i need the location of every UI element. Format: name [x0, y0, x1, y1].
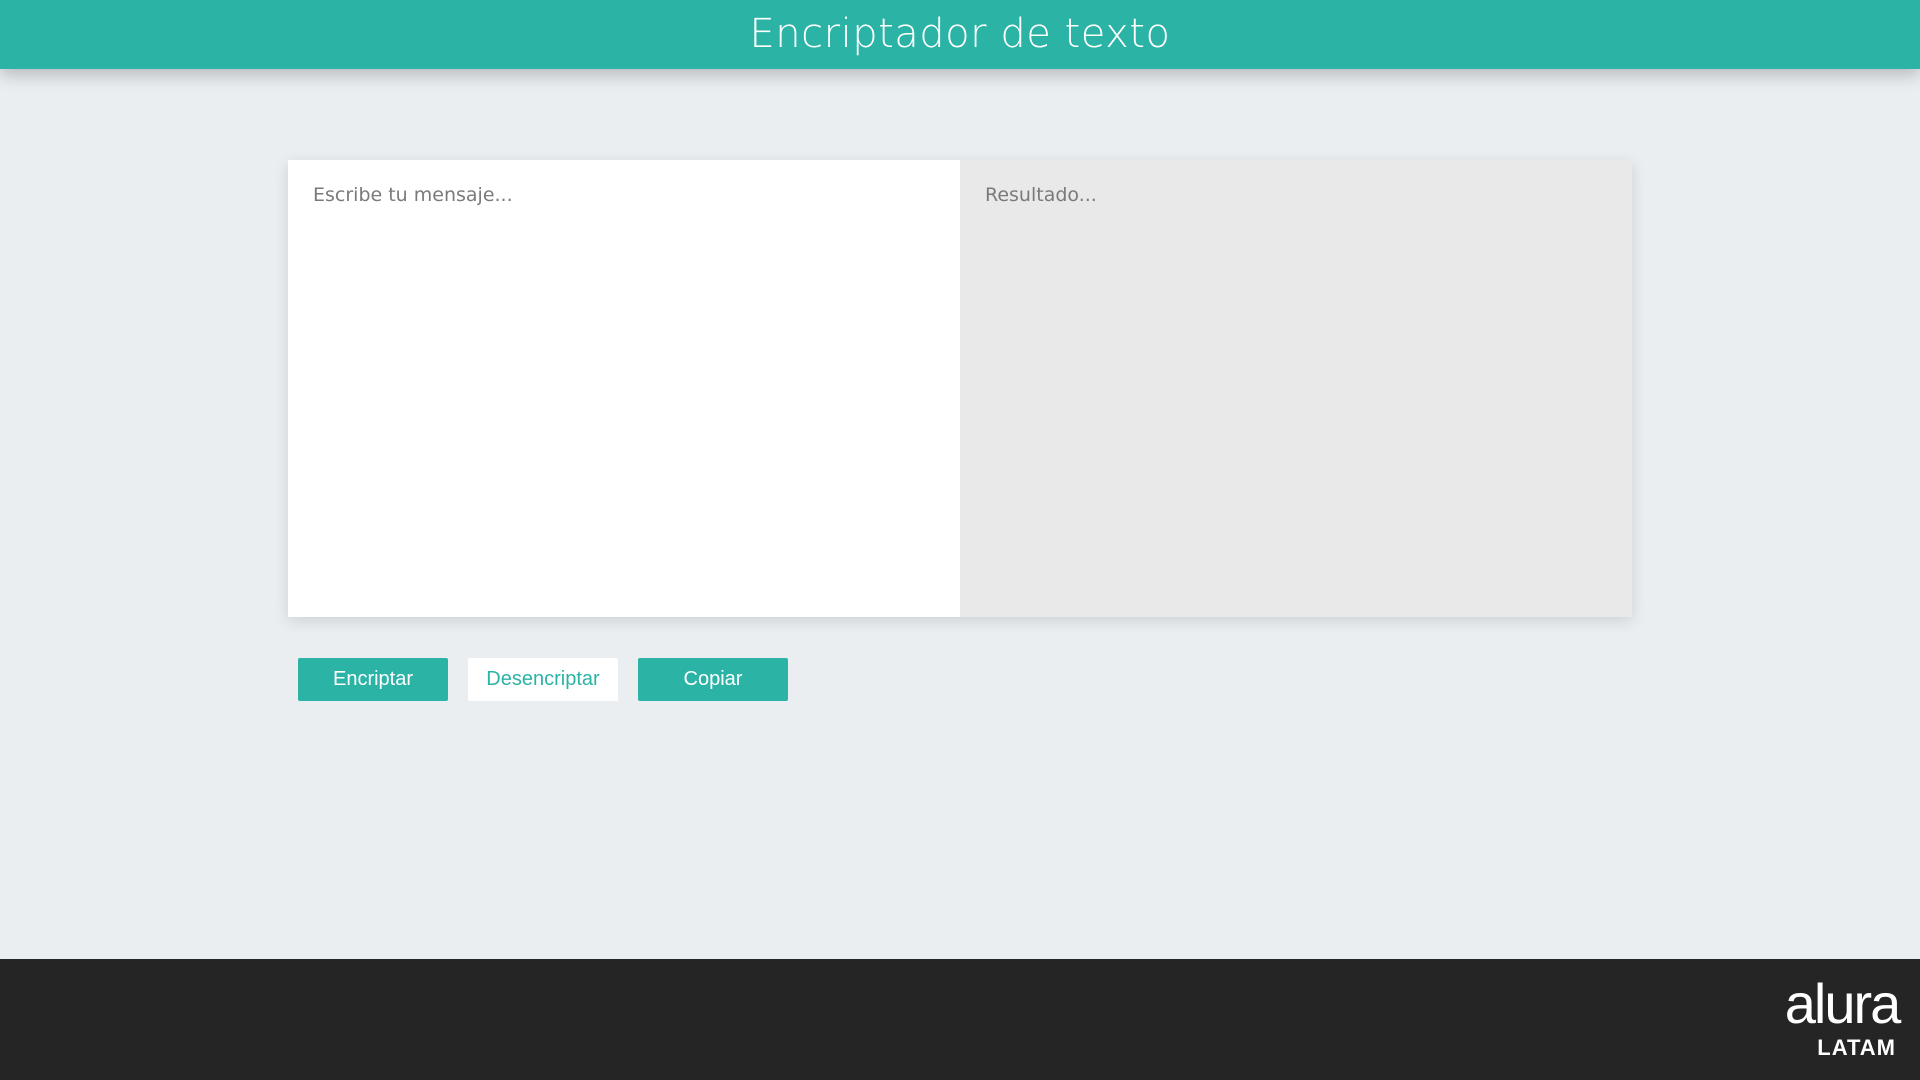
action-buttons: Encriptar Desencriptar Copiar	[298, 658, 788, 701]
svg-text:LATAM: LATAM	[1817, 1035, 1896, 1060]
copy-button[interactable]: Copiar	[638, 658, 788, 701]
editor-panel	[288, 160, 1632, 617]
decrypt-button[interactable]: Desencriptar	[468, 658, 618, 701]
alura-latam-logo: alura LATAM	[1785, 977, 1902, 1060]
page-title: Encriptador de texto	[749, 11, 1171, 57]
page-footer: alura LATAM	[0, 959, 1920, 1080]
encrypt-button[interactable]: Encriptar	[298, 658, 448, 701]
svg-text:alura: alura	[1785, 977, 1902, 1035]
app-header: Encriptador de texto	[0, 0, 1920, 69]
result-output[interactable]	[960, 160, 1632, 617]
message-input[interactable]	[288, 160, 960, 617]
